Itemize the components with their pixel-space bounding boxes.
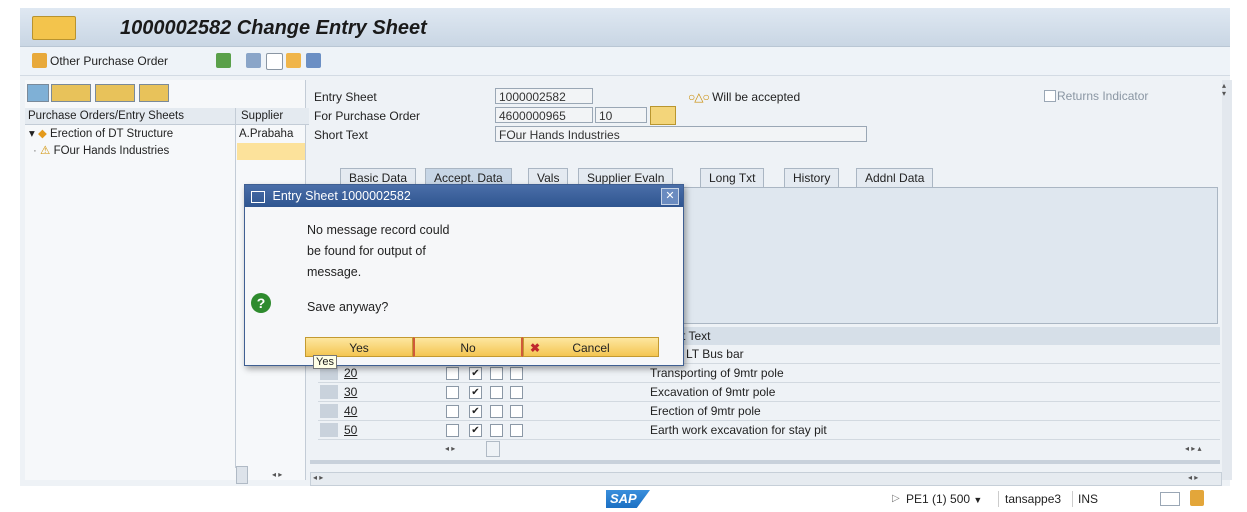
- po-field[interactable]: 4600000965: [495, 107, 593, 123]
- dialog-message: No message record could be found for out…: [307, 223, 450, 279]
- lock-icon[interactable]: [1190, 490, 1204, 506]
- checkbox[interactable]: [446, 405, 459, 418]
- returns-indicator-label: Returns Indicator: [1057, 89, 1149, 103]
- application-toolbar: Other Purchase Order: [20, 47, 1230, 76]
- tree-column-header-po[interactable]: Purchase Orders/Entry Sheets: [25, 108, 238, 125]
- undo-icon[interactable]: [306, 53, 321, 68]
- cancel-button[interactable]: ✖ Cancel: [523, 337, 659, 357]
- page-title: 1000002582 Change Entry Sheet: [120, 17, 427, 39]
- copy-icon[interactable]: [286, 53, 301, 68]
- entry-sheet-field[interactable]: 1000002582: [495, 88, 593, 104]
- layout-icon[interactable]: [95, 84, 135, 102]
- insert-mode: INS: [1078, 492, 1099, 506]
- checkbox[interactable]: ✔: [469, 386, 482, 399]
- question-icon: ?: [251, 293, 271, 313]
- tree-supplier-cell: A.Prabaha: [239, 128, 294, 140]
- scroll-up-icon[interactable]: ▴ ▾: [1222, 82, 1226, 98]
- refresh-icon[interactable]: [139, 84, 169, 102]
- checkbox[interactable]: [510, 386, 523, 399]
- checkbox[interactable]: [510, 424, 523, 437]
- checkbox[interactable]: [446, 367, 459, 380]
- checkbox[interactable]: [490, 367, 503, 380]
- entry-sheet-label: Entry Sheet: [314, 90, 377, 104]
- tab-history[interactable]: History: [784, 168, 840, 187]
- other-purchase-order-button[interactable]: Other Purchase Order: [50, 51, 168, 71]
- warning-icon: ⚠: [40, 145, 51, 157]
- no-button[interactable]: No: [413, 337, 523, 357]
- row-selector[interactable]: [320, 404, 338, 418]
- checkbox[interactable]: [446, 386, 459, 399]
- user-name: tansappe3: [1005, 492, 1062, 506]
- po-label: For Purchase Order: [314, 109, 421, 123]
- po-folder-icon: ◆: [37, 128, 47, 140]
- dialog-title: Entry Sheet 1000002582: [272, 189, 411, 203]
- confirmation-dialog: Entry Sheet 1000002582 ✕ No message reco…: [244, 184, 684, 366]
- title-bar: 1000002582 Change Entry Sheet: [20, 8, 1230, 47]
- checkbox[interactable]: ✔: [469, 367, 482, 380]
- status-indicator: ○△○ Will be accepted: [688, 90, 801, 104]
- tab-long-txt[interactable]: Long Txt: [700, 168, 765, 187]
- check-icon[interactable]: [246, 53, 261, 68]
- main-hscroll-right[interactable]: ◂ ▸: [1188, 473, 1198, 482]
- sap-logo: SAP: [606, 490, 650, 508]
- close-icon[interactable]: ✕: [661, 188, 679, 205]
- checkbox[interactable]: [446, 424, 459, 437]
- tooltip: Yes: [313, 355, 337, 369]
- tree-scroll-arrows[interactable]: ◂ ▸: [272, 470, 282, 479]
- main-vscroll[interactable]: [1222, 80, 1232, 480]
- checkbox[interactable]: [510, 405, 523, 418]
- collapse-icon[interactable]: [51, 84, 91, 102]
- table-hscroll-right[interactable]: ◂ ▸ ▴: [1185, 444, 1202, 453]
- main-hscroll-left[interactable]: ◂ ▸: [313, 473, 323, 482]
- table-row[interactable]: 50 ✔ Earth work excavation for stay pit: [318, 421, 1220, 440]
- table-row[interactable]: 40 ✔ Erection of 9mtr pole: [318, 402, 1220, 421]
- dialog-title-bar: Entry Sheet 1000002582: [245, 185, 683, 207]
- display-change-icon[interactable]: [216, 53, 231, 68]
- status-bar: SAP ▷ PE1 (1) 500 ▼ tansappe3 INS: [20, 487, 1230, 512]
- cancel-icon: ✖: [530, 341, 541, 355]
- row-selector[interactable]: [320, 385, 338, 399]
- dialog-window-icon: [251, 190, 265, 203]
- other-po-icon: [32, 53, 47, 68]
- tree-column-header-supplier[interactable]: Supplier: [237, 108, 309, 125]
- dialog-question: Save anyway?: [307, 300, 389, 314]
- checkbox[interactable]: ✔: [469, 405, 482, 418]
- tree-hscroll-thumb[interactable]: [236, 466, 248, 484]
- po-item-field[interactable]: 10: [595, 107, 647, 123]
- system-info[interactable]: PE1 (1) 500 ▼: [906, 492, 982, 506]
- menu-icon[interactable]: [32, 16, 76, 40]
- yes-button[interactable]: Yes: [305, 337, 413, 357]
- tree-item-po[interactable]: ▾ ◆ Erection of DT Structure: [29, 126, 173, 143]
- tree-item-entry-sheet[interactable]: · ⚠ FOur Hands Industries: [33, 143, 233, 160]
- tab-addnl-data[interactable]: Addnl Data: [856, 168, 934, 187]
- tree-selected-supplier-cell: [237, 143, 305, 160]
- main-hscroll[interactable]: [310, 472, 1222, 486]
- checkbox[interactable]: [490, 424, 503, 437]
- expand-icon[interactable]: [27, 84, 49, 102]
- table-hscroll-arrows[interactable]: ◂ ▸: [445, 444, 455, 453]
- checkbox[interactable]: [490, 405, 503, 418]
- checkbox[interactable]: [490, 386, 503, 399]
- new-document-icon[interactable]: [266, 53, 283, 70]
- play-icon[interactable]: ▷: [892, 493, 900, 504]
- expand-arrow-icon[interactable]: ▾: [29, 128, 35, 140]
- table-row[interactable]: 30 ✔ Excavation of 9mtr pole: [318, 383, 1220, 402]
- checkbox[interactable]: ✔: [469, 424, 482, 437]
- table-hscroll-thumb[interactable]: [486, 441, 500, 457]
- po-display-icon[interactable]: [650, 106, 676, 125]
- dropdown-icon: ▼: [973, 495, 983, 505]
- table-row[interactable]: 20 ✔ Transporting of 9mtr pole: [318, 364, 1220, 383]
- short-text-label: Short Text: [314, 128, 368, 142]
- traffic-light-icon: ○△○: [688, 90, 710, 104]
- returns-indicator-checkbox[interactable]: [1044, 90, 1056, 102]
- row-selector[interactable]: [320, 423, 338, 437]
- checkbox[interactable]: [510, 367, 523, 380]
- connection-icon[interactable]: [1160, 492, 1180, 506]
- short-text-field[interactable]: FOur Hands Industries: [495, 126, 867, 142]
